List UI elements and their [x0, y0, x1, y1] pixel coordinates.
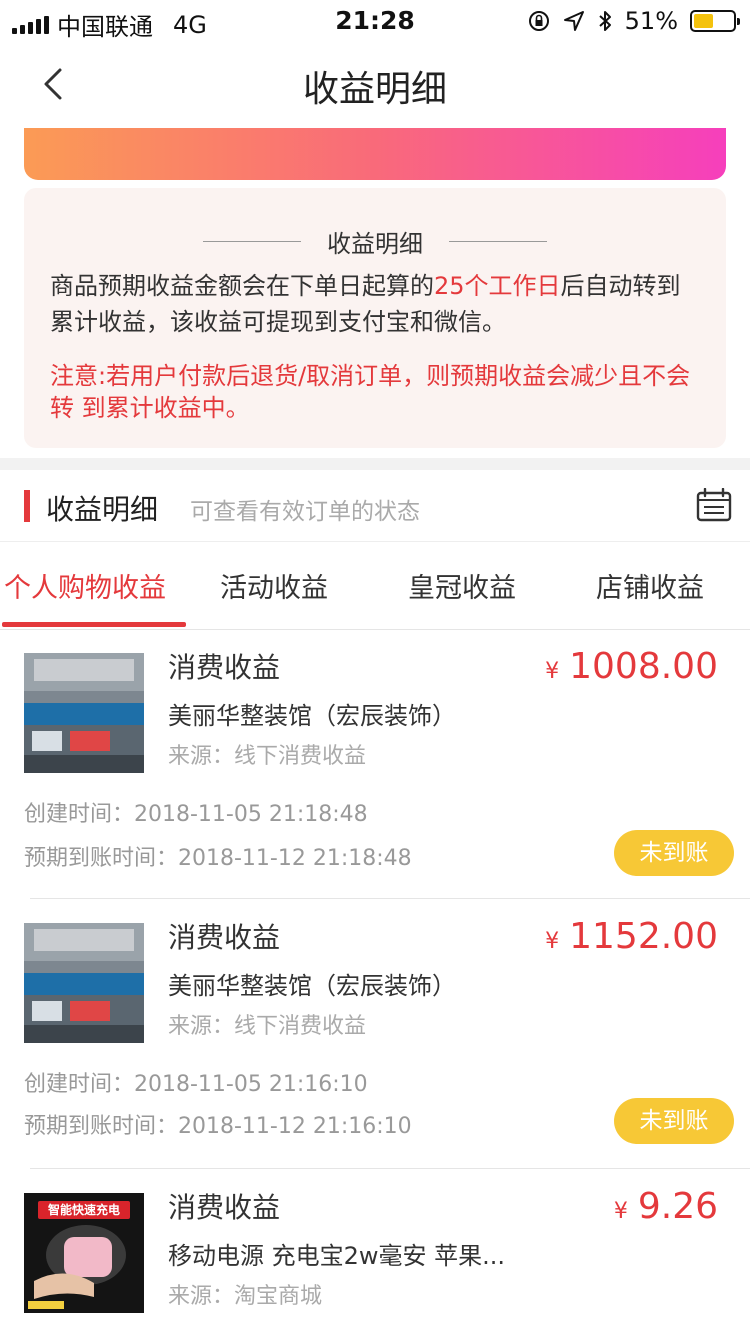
notice-title: 收益明细 — [327, 230, 423, 258]
item-type: 消费收益 — [168, 651, 281, 684]
battery-percent: 51% — [624, 7, 678, 35]
status-badge: 未到账 — [614, 830, 734, 876]
list-item[interactable]: 消费收益 美丽华整装馆（宏辰装饰） 来源：线下消费收益 ¥ 1008.00 创建… — [0, 630, 750, 900]
active-tab-indicator — [2, 622, 186, 627]
store-thumbnail — [24, 923, 144, 1043]
currency-symbol: ¥ — [545, 929, 560, 954]
created-time: 创建时间：2018-11-05 21:18:48 — [24, 802, 368, 827]
divider-line — [449, 241, 547, 242]
list-item[interactable]: 智能快速充电 消费收益 移动电源 充电宝2w毫安 苹果... 来源：淘宝商城 ¥… — [0, 1170, 750, 1334]
item-divider — [30, 898, 750, 899]
item-shop-name: 美丽华整装馆（宏辰装饰） — [168, 702, 456, 730]
store-thumbnail — [24, 653, 144, 773]
amount-value: 9.26 — [637, 1186, 718, 1227]
tab-store[interactable]: 店铺收益 — [596, 566, 704, 605]
expected-arrival-time: 预期到账时间：2018-11-12 21:18:48 — [24, 846, 412, 871]
currency-symbol: ¥ — [545, 659, 560, 684]
notice-title-row: 收益明细 — [24, 224, 726, 259]
notice-box: 收益明细 商品预期收益金额会在下单日起算的25个工作日后自动转到 累计收益，该收… — [24, 188, 726, 448]
notice-warning: 注意:若用户付款后退货/取消订单，则预期收益会减少且不会转 到累计收益中。 — [50, 362, 691, 422]
divider-line — [203, 241, 301, 242]
bluetooth-icon — [598, 11, 611, 31]
product-thumbnail: 智能快速充电 — [24, 1193, 144, 1313]
earnings-summary-card — [24, 128, 726, 180]
page-title: 收益明细 — [302, 69, 447, 110]
status-badge: 未到账 — [614, 1098, 734, 1144]
tab-crown[interactable]: 皇冠收益 — [408, 566, 516, 605]
item-shop-name: 美丽华整装馆（宏辰装饰） — [168, 972, 456, 1000]
battery-icon — [690, 10, 740, 32]
amount-value: 1152.00 — [569, 916, 718, 957]
battery-fill — [694, 14, 714, 28]
item-shop-name: 移动电源 充电宝2w毫安 苹果... — [168, 1242, 506, 1270]
section-subtitle: 可查看有效订单的状态 — [190, 499, 420, 525]
nav-bar: 收益明细 — [0, 40, 750, 128]
section-header: 收益明细 可查看有效订单的状态 — [0, 470, 750, 542]
notice-desc-text: 商品预期收益金额会在下单日起算的 — [50, 272, 434, 300]
item-divider — [30, 1168, 750, 1169]
tab-bar: 个人购物收益 活动收益 皇冠收益 店铺收益 — [0, 542, 750, 630]
item-type: 消费收益 — [168, 1191, 281, 1224]
section-title: 收益明细 — [46, 493, 159, 526]
notice-description: 商品预期收益金额会在下单日起算的25个工作日后自动转到 累计收益，该收益可提现到… — [50, 268, 700, 340]
item-source: 来源：线下消费收益 — [168, 744, 367, 769]
item-type: 消费收益 — [168, 921, 281, 954]
item-source: 来源：淘宝商城 — [168, 1284, 323, 1309]
tab-personal-shopping[interactable]: 个人购物收益 — [4, 566, 166, 605]
location-icon — [563, 11, 584, 31]
notice-highlight: 25个工作日 — [434, 272, 561, 300]
orientation-lock-icon — [528, 11, 549, 31]
calendar-icon[interactable] — [696, 488, 732, 522]
tab-activity[interactable]: 活动收益 — [220, 566, 328, 605]
item-amount: ¥ 1008.00 — [545, 646, 718, 687]
section-divider — [0, 458, 750, 470]
amount-value: 1008.00 — [569, 646, 718, 687]
item-source: 来源：线下消费收益 — [168, 1014, 367, 1039]
currency-symbol: ¥ — [613, 1199, 628, 1224]
status-bar: 中国联通 4G 21:28 51% — [0, 0, 750, 41]
created-time: 创建时间：2018-11-05 21:16:10 — [24, 1072, 368, 1097]
status-right: 51% — [527, 7, 740, 35]
item-amount: ¥ 9.26 — [614, 1186, 718, 1227]
expected-arrival-time: 预期到账时间：2018-11-12 21:16:10 — [24, 1114, 412, 1139]
list-item[interactable]: 消费收益 美丽华整装馆（宏辰装饰） 来源：线下消费收益 ¥ 1152.00 创建… — [0, 900, 750, 1170]
section-accent-bar — [24, 490, 30, 522]
item-amount: ¥ 1152.00 — [545, 916, 718, 957]
product-thumb-label: 智能快速充电 — [47, 1203, 120, 1217]
